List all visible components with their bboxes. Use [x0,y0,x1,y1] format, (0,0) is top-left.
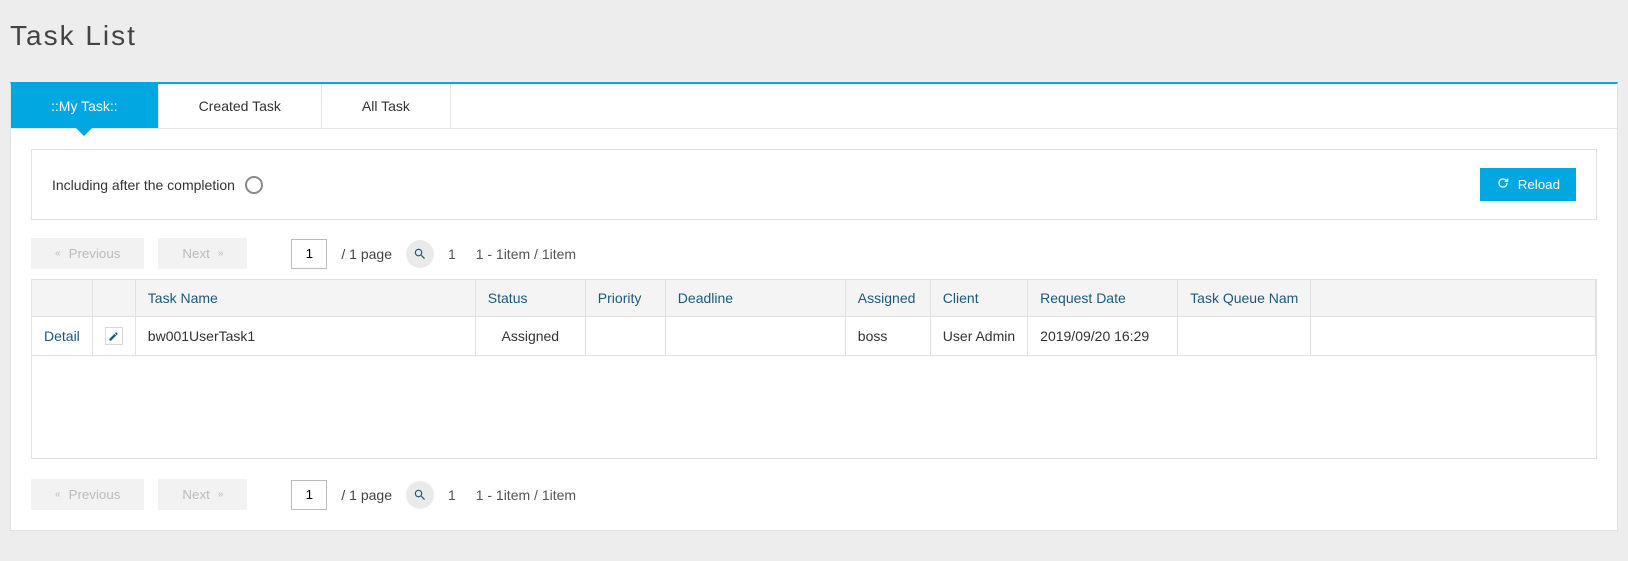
next-button-bottom-label: Next [182,487,209,502]
cell-rest [1311,317,1596,356]
cell-task-queue-name [1178,317,1311,356]
page-total-label-bottom: / 1 page [341,487,392,503]
include-done-radio[interactable] [245,176,263,194]
col-status[interactable]: Status [475,280,585,317]
tab-bar: ::My Task:: Created Task All Task [11,84,1617,129]
next-button-label: Next [182,246,209,261]
edit-icon[interactable] [105,327,123,345]
tab-my-task[interactable]: ::My Task:: [11,84,159,128]
filter-bar: Including after the completion Reload [31,149,1597,220]
cell-status: Assigned [475,317,585,356]
col-task-name[interactable]: Task Name [135,280,475,317]
count-range: 1 - 1item / 1item [476,246,576,262]
reload-button[interactable]: Reload [1480,168,1576,201]
prev-button[interactable]: Previous [31,238,144,269]
next-button[interactable]: Next [158,238,247,269]
prev-button-bottom-label: Previous [69,487,121,502]
cell-task-name: bw001UserTask1 [135,317,475,356]
table-row: Detail bw001UserTask1 Assigned boss [32,317,1596,356]
col-deadline[interactable]: Deadline [665,280,845,317]
cell-assigned: boss [845,317,930,356]
include-done-label: Including after the completion [52,177,235,193]
task-table: Task Name Status Priority Deadline Assig… [32,280,1596,356]
cell-priority [585,317,665,356]
col-edit [92,280,135,317]
page-input[interactable] [291,239,327,269]
next-button-bottom[interactable]: Next [158,479,247,510]
col-rest [1311,280,1596,317]
pager-bottom: Previous Next / 1 page 1 1 - 1item / 1it… [31,479,1597,510]
tab-my-task-label: ::My Task:: [51,98,118,114]
col-assigned[interactable]: Assigned [845,280,930,317]
cell-client: User Admin [930,317,1027,356]
count-number-bottom: 1 [448,487,456,503]
cell-deadline [665,317,845,356]
tab-created-task[interactable]: Created Task [159,84,322,128]
detail-link[interactable]: Detail [44,328,80,344]
col-request-date[interactable]: Request Date [1028,280,1178,317]
tab-all-task-label: All Task [362,98,410,114]
task-table-container: Task Name Status Priority Deadline Assig… [31,279,1597,459]
tab-all-task[interactable]: All Task [322,84,451,128]
col-detail [32,280,92,317]
cell-request-date: 2019/09/20 16:29 [1028,317,1178,356]
prev-button-bottom[interactable]: Previous [31,479,144,510]
page-total-label: / 1 page [341,246,392,262]
page-title: Task List [10,20,1618,52]
count-range-bottom: 1 - 1item / 1item [476,487,576,503]
search-icon-bottom[interactable] [406,481,434,509]
page-input-bottom[interactable] [291,480,327,510]
col-task-queue-name[interactable]: Task Queue Nam [1178,280,1311,317]
search-icon[interactable] [406,240,434,268]
tab-created-task-label: Created Task [199,98,281,114]
col-priority[interactable]: Priority [585,280,665,317]
task-list-card: ::My Task:: Created Task All Task Includ… [10,82,1618,531]
reload-button-label: Reload [1518,177,1560,192]
count-number: 1 [448,246,456,262]
prev-button-label: Previous [69,246,121,261]
pager-top: Previous Next / 1 page 1 1 - 1item / 1it… [31,238,1597,269]
col-client[interactable]: Client [930,280,1027,317]
reload-icon [1496,176,1510,193]
